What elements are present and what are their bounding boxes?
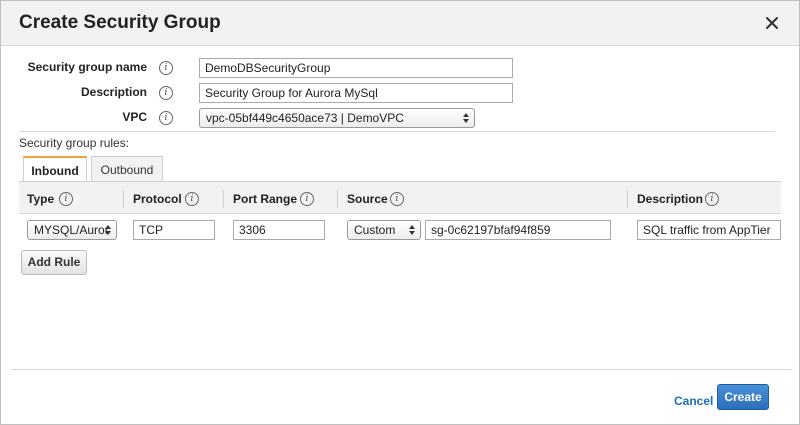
column-header-description: Description xyxy=(637,192,704,206)
security-group-name-label: Security group name xyxy=(27,60,147,74)
close-icon[interactable] xyxy=(761,12,783,34)
column-separator xyxy=(223,190,224,208)
port-range-input[interactable] xyxy=(233,220,325,240)
select-arrows-icon xyxy=(409,225,415,235)
column-header-type: Type xyxy=(27,192,55,206)
description-label: Description xyxy=(80,85,147,99)
vpc-select-value: vpc-05bf449c4650ace73 | DemoVPC xyxy=(206,111,404,125)
info-icon[interactable]: i xyxy=(59,192,73,206)
rules-table-header: Type i Protocol i Port Range i Source i … xyxy=(19,182,781,214)
select-arrows-icon xyxy=(105,225,111,235)
form-row-name: Security group name i xyxy=(1,57,800,79)
add-rule-button[interactable]: Add Rule xyxy=(21,250,87,275)
column-separator xyxy=(337,190,338,208)
column-header-source: Source xyxy=(347,192,388,206)
column-separator xyxy=(123,190,124,208)
source-mode-value: Custom xyxy=(354,223,396,237)
source-input[interactable] xyxy=(425,220,611,240)
vpc-select[interactable]: vpc-05bf449c4650ace73 | DemoVPC xyxy=(199,108,475,128)
protocol-input[interactable] xyxy=(133,220,215,240)
column-separator xyxy=(627,190,628,208)
info-icon[interactable]: i xyxy=(159,61,173,75)
info-icon[interactable]: i xyxy=(185,192,199,206)
rule-type-select[interactable]: MYSQL/Auror xyxy=(27,220,117,240)
info-icon[interactable]: i xyxy=(705,192,719,206)
description-input[interactable] xyxy=(199,83,513,103)
tab-inbound[interactable]: Inbound xyxy=(23,156,87,183)
info-icon[interactable]: i xyxy=(159,111,173,125)
source-mode-select[interactable]: Custom xyxy=(347,220,421,240)
column-header-port-range: Port Range xyxy=(233,192,298,206)
vpc-label: VPC xyxy=(122,110,147,124)
column-header-protocol: Protocol xyxy=(133,192,182,206)
create-security-group-dialog: Create Security Group Security group nam… xyxy=(0,0,800,425)
form-row-vpc: VPC i vpc-05bf449c4650ace73 | DemoVPC xyxy=(1,107,800,129)
dialog-header: Create Security Group xyxy=(1,1,799,46)
security-group-name-input[interactable] xyxy=(199,58,513,78)
form-row-description: Description i xyxy=(1,82,800,104)
rule-type-value: MYSQL/Auror xyxy=(34,223,109,237)
info-icon[interactable]: i xyxy=(390,192,404,206)
rules-table: Type i Protocol i Port Range i Source i … xyxy=(19,181,781,261)
rule-description-input[interactable] xyxy=(637,220,781,240)
select-arrows-icon xyxy=(463,113,469,123)
rules-divider xyxy=(19,131,775,132)
create-button[interactable]: Create xyxy=(717,384,769,410)
tab-outbound[interactable]: Outbound xyxy=(91,156,163,183)
dialog-title: Create Security Group xyxy=(19,12,221,33)
cancel-link[interactable]: Cancel xyxy=(674,394,713,408)
security-group-rules-label: Security group rules: xyxy=(19,136,130,150)
info-icon[interactable]: i xyxy=(159,86,173,100)
footer-divider xyxy=(11,369,791,370)
info-icon[interactable]: i xyxy=(300,192,314,206)
table-row: MYSQL/Auror Custom xyxy=(19,214,781,244)
